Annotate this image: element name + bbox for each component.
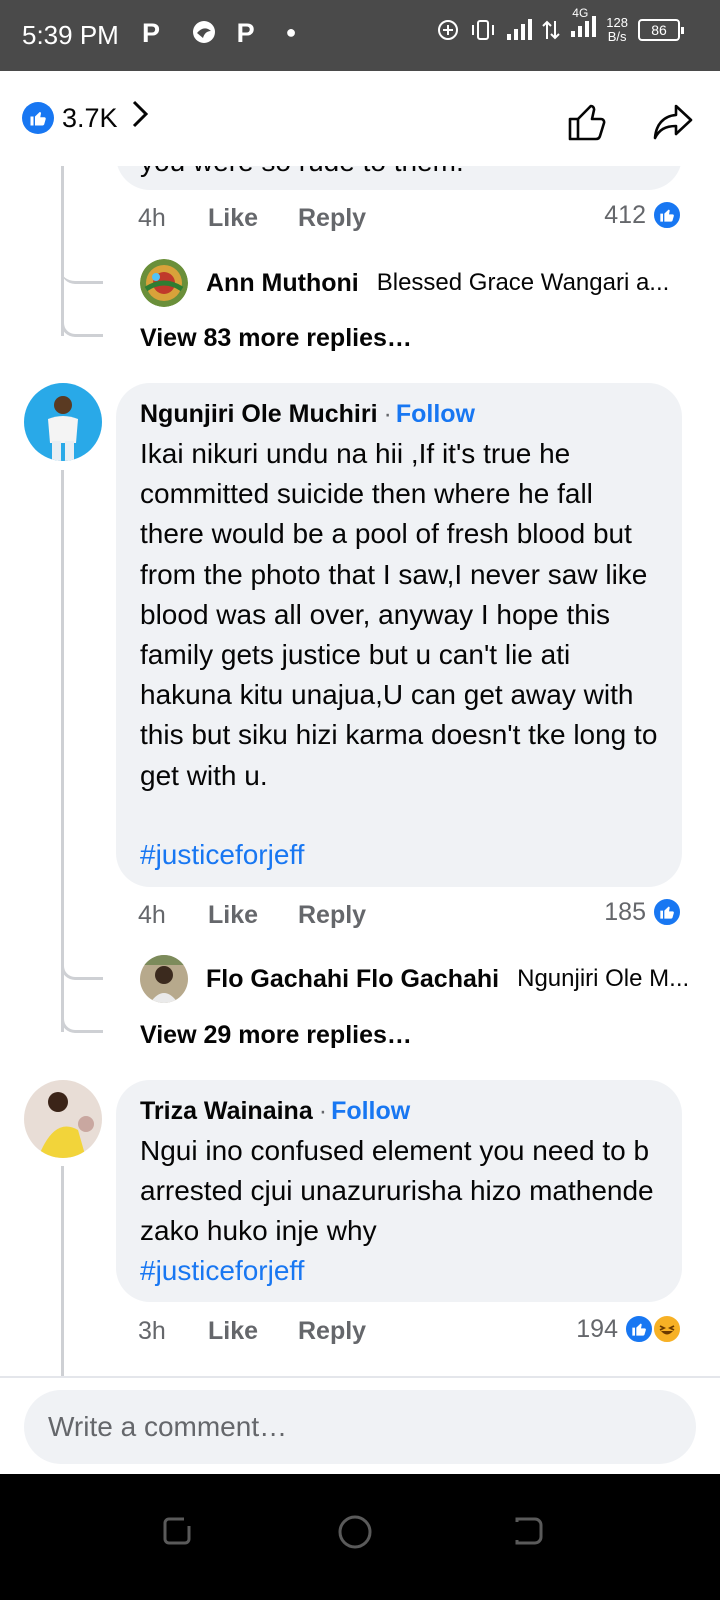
- comment-author-row: Triza Wainaina · Follow: [140, 1097, 410, 1126]
- comment-text: Ngui ino confused element you need to b …: [140, 1135, 654, 1247]
- comment-text: Ikai nikuri undu na hii ,If it's true he…: [140, 438, 658, 791]
- reaction-count: 3.7K: [62, 102, 118, 133]
- like-reaction-icon: [652, 897, 682, 927]
- reply-connector: [61, 240, 103, 284]
- data-saver-icon: [438, 20, 459, 40]
- comment-time: 4h: [138, 204, 166, 232]
- system-nav-bar: [0, 1474, 720, 1600]
- chevron-right-icon: [130, 99, 150, 137]
- comments-header: 3.7K: [0, 71, 720, 166]
- net-speed-value: 128: [606, 15, 628, 30]
- comment-reaction-count: 185: [604, 897, 646, 926]
- home-button[interactable]: [337, 1514, 373, 1555]
- follow-button[interactable]: Follow: [396, 400, 475, 428]
- like-comment-button[interactable]: Like: [208, 204, 258, 233]
- thread-line: [61, 1166, 64, 1376]
- avatar[interactable]: [24, 383, 102, 461]
- avatar: [140, 259, 188, 307]
- view-more-replies[interactable]: View 83 more replies…: [140, 324, 412, 353]
- comment-reaction-count: 194: [576, 1314, 618, 1343]
- comment-time: 3h: [138, 1317, 166, 1345]
- status-bar: 5:39 PM P P ● 4G 128 B/s 86: [0, 0, 720, 71]
- thumbs-up-outline-icon: [568, 104, 606, 141]
- back-icon: [515, 1517, 543, 1545]
- follow-button[interactable]: Follow: [331, 1097, 410, 1125]
- reply-button[interactable]: Reply: [298, 1317, 366, 1346]
- like-comment-button[interactable]: Like: [208, 1317, 258, 1346]
- haha-reaction-icon: [652, 1314, 682, 1344]
- like-reaction-icon: [624, 1314, 654, 1344]
- comment-reaction-count: 412: [604, 200, 646, 229]
- share-button[interactable]: [652, 103, 694, 146]
- like-reaction-icon: [22, 102, 54, 134]
- avatar[interactable]: [24, 1080, 102, 1158]
- comment-hashtag[interactable]: #justiceforjeff: [140, 1251, 660, 1291]
- reply-button[interactable]: Reply: [298, 204, 366, 233]
- comment-bubble[interactable]: Triza Wainaina · Follow Ngui ino confused …: [116, 1080, 682, 1302]
- comment-author[interactable]: Ngunjiri Ole Muchiri: [140, 400, 378, 428]
- reply-preview[interactable]: Ann Muthoni Blessed Grace Wangari a...: [140, 259, 700, 307]
- reply-connector: [61, 996, 103, 1033]
- like-post-button[interactable]: [566, 101, 608, 148]
- reaction-summary[interactable]: 3.7K: [22, 99, 150, 137]
- separator-dot: ·: [383, 400, 392, 428]
- reply-connector: [61, 300, 103, 337]
- notification-icons: P P ●: [142, 18, 308, 49]
- home-icon: [338, 1515, 372, 1549]
- reply-snippet: Ngunjiri Ole M...: [517, 965, 690, 992]
- comment-reactions[interactable]: 412: [604, 200, 682, 230]
- vibrate-icon: [472, 20, 495, 40]
- network-type-label: 4G: [572, 6, 589, 20]
- comment-hashtag[interactable]: #justiceforjeff: [140, 835, 660, 875]
- separator-dot: ·: [318, 1097, 328, 1125]
- dot-icon: ●: [285, 22, 309, 42]
- comment-input[interactable]: [24, 1390, 696, 1464]
- data-transfer-icon: [542, 20, 561, 40]
- network-4g: 4G: [570, 6, 597, 44]
- net-speed: 128 B/s: [606, 16, 628, 44]
- reply-preview[interactable]: Flo Gachahi Flo Gachahi Ngunjiri Ole M..…: [140, 955, 700, 1003]
- recent-apps-button[interactable]: [160, 1514, 194, 1553]
- reply-author[interactable]: Ann Muthoni: [206, 269, 359, 298]
- comment-author[interactable]: Triza Wainaina: [140, 1097, 313, 1125]
- comment-reactions[interactable]: 194: [576, 1314, 682, 1344]
- status-time: 5:39 PM: [22, 20, 119, 50]
- signal-icon: [507, 19, 533, 40]
- battery-level: 86: [651, 22, 667, 38]
- like-comment-button[interactable]: Like: [208, 901, 258, 930]
- notification-icon-p2: P: [236, 18, 267, 48]
- reply-author[interactable]: Flo Gachahi Flo Gachahi: [206, 965, 499, 994]
- avatar: [140, 955, 188, 1003]
- like-reaction-icon: [652, 200, 682, 230]
- back-button[interactable]: [512, 1514, 546, 1553]
- view-more-replies[interactable]: View 29 more replies…: [140, 1021, 412, 1050]
- comment-author-row: Ngunjiri Ole Muchiri · Follow: [140, 400, 475, 429]
- notification-icon-p: P: [142, 18, 172, 48]
- reply-button[interactable]: Reply: [298, 901, 366, 930]
- comment-composer: [0, 1376, 720, 1474]
- comment-reactions[interactable]: 185: [604, 897, 682, 927]
- reply-snippet: Blessed Grace Wangari a...: [376, 269, 670, 296]
- comment-time: 4h: [138, 901, 166, 929]
- comment-bubble[interactable]: Ngunjiri Ole Muchiri · Follow Ikai nikuri …: [116, 383, 682, 887]
- status-indicators: 4G 128 B/s 86: [436, 6, 684, 44]
- share-icon: [653, 104, 693, 140]
- net-speed-unit: B/s: [607, 29, 627, 44]
- reply-connector: [61, 936, 103, 980]
- notification-icon-bird: [193, 21, 216, 43]
- recent-apps-icon: [163, 1517, 191, 1545]
- battery-icon: 86: [638, 19, 684, 41]
